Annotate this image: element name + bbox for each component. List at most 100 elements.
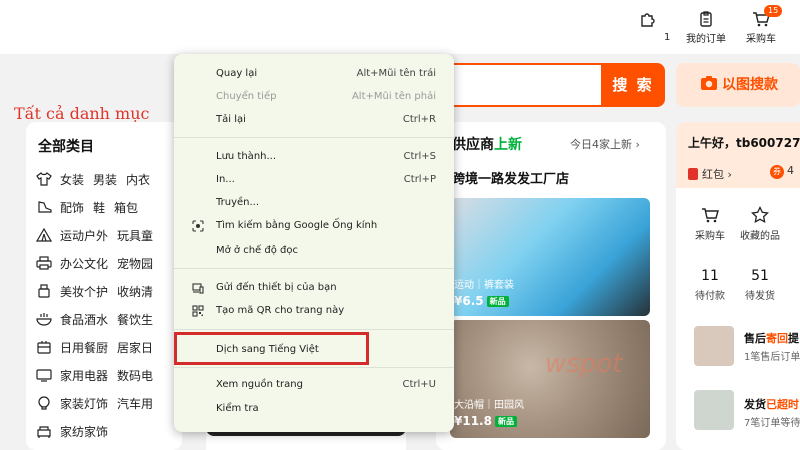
menu-item-label: Tạo mã QR cho trang này <box>216 305 345 316</box>
menu-item-cast[interactable]: Truyền... <box>174 192 454 214</box>
quick-cart-link[interactable]: 采购车 <box>690 206 730 242</box>
star-icon <box>751 206 769 224</box>
menu-item-label: Chuyển tiếp <box>216 91 277 102</box>
supplier-title-highlight: 上新 <box>494 137 522 153</box>
category-link[interactable]: 女装 <box>60 173 84 187</box>
lens-icon <box>192 220 204 232</box>
supplier-title-prefix: 供应商 <box>452 137 494 153</box>
product-card[interactable]: 运动｜裤套装 ¥6.5 新品 <box>450 198 650 316</box>
top-bar: 1 我的订单 15 采购车 <box>0 0 800 54</box>
category-row: 家纺家饰 <box>36 423 117 443</box>
category-panel: 全部类目 女装 男装 内衣 配饰鞋箱包 运动户外 玩具童 办公文化 宠物园 美妆个护 收纳… <box>26 122 182 450</box>
category-link[interactable]: 玩具童 <box>117 229 153 243</box>
menu-item-forward[interactable]: Chuyển tiếp Alt+Mũi tên phải <box>174 86 454 108</box>
menu-separator <box>174 268 454 269</box>
menu-item-reading-mode[interactable]: Mở ở chế độ đọc <box>174 240 454 262</box>
category-link[interactable]: 食品酒水 <box>60 313 108 327</box>
product-price: ¥6.5 <box>454 294 484 308</box>
coupon-link[interactable]: 券4 <box>770 164 794 179</box>
favorites-link[interactable]: 收藏的品 <box>740 206 780 242</box>
hongbao-link[interactable]: 红包 › <box>688 166 732 182</box>
image-search-label: 以图搜款 <box>722 77 778 93</box>
category-link[interactable]: 数码电 <box>117 369 153 383</box>
notice-subtitle: 1笔售后订单 <box>744 352 800 363</box>
menu-item-shortcut: Ctrl+P <box>403 174 436 185</box>
category-row: 美妆个护 收纳清 <box>36 283 162 303</box>
category-link[interactable]: 家用电器 <box>60 369 108 383</box>
watermark: wspot <box>545 349 623 379</box>
notice-title-highlight: 已超时 <box>766 398 799 411</box>
category-link[interactable]: 日用餐厨 <box>60 341 108 355</box>
cart-link[interactable]: 15 采购车 <box>746 5 783 45</box>
pending-shipment-stat[interactable]: 51 待发货 <box>740 268 780 302</box>
overlay-annotation: Tất cả danh mục <box>14 104 150 123</box>
supplier-shop-name[interactable]: 跨境一路发发工厂店 <box>452 168 569 187</box>
menu-item-label: Xem nguồn trang <box>216 379 303 390</box>
notice-thumbnail <box>694 326 734 366</box>
menu-item-google-lens[interactable]: Tìm kiếm bằng Google Ống kính <box>174 215 454 237</box>
menu-item-reload[interactable]: Tải lại Ctrl+R <box>174 109 454 131</box>
category-row: 运动户外 玩具童 <box>36 227 162 247</box>
menu-item-print[interactable]: In... Ctrl+P <box>174 169 454 191</box>
category-link[interactable]: 箱包 <box>114 201 138 215</box>
notice-thumbnail <box>694 390 734 430</box>
supplier-panel: 供应商上新 今日4家上新 › 跨境一路发发工厂店 运动｜裤套装 ¥6.5 新品 大… <box>436 122 666 450</box>
category-link[interactable]: 办公文化 <box>60 257 108 271</box>
devices-icon <box>192 283 204 294</box>
category-row: 日用餐厨 居家日 <box>36 339 162 359</box>
menu-item-save-as[interactable]: Lưu thành... Ctrl+S <box>174 146 454 168</box>
category-row: 女装 男装 内衣 <box>36 171 159 191</box>
search-button[interactable]: 搜 索 <box>601 63 665 107</box>
cart-label: 采购车 <box>746 34 776 45</box>
notice-title[interactable]: 售后寄回提 <box>744 330 799 346</box>
search-input[interactable] <box>440 63 602 107</box>
tent-icon <box>36 228 52 242</box>
notice-subtitle: 7笔订单等待 <box>744 418 800 429</box>
image-search-button[interactable]: 以图搜款 <box>676 63 800 107</box>
menu-item-inspect[interactable]: Kiểm tra <box>174 398 454 420</box>
menu-item-shortcut: Alt+Mũi tên trái <box>356 68 436 79</box>
category-link[interactable]: 配饰 <box>60 201 84 215</box>
category-link[interactable]: 宠物园 <box>117 257 153 271</box>
menu-item-send-to-device[interactable]: Gửi đến thiết bị của bạn <box>174 277 454 299</box>
menu-item-label: Lưu thành... <box>216 151 277 162</box>
camera-icon <box>701 76 717 90</box>
stat-label: 待发货 <box>745 291 775 302</box>
category-row: 食品酒水 餐饮生 <box>36 311 162 331</box>
product-card[interactable]: 大沿帽｜田园风 ¥11.8 新品 <box>450 320 650 438</box>
category-link[interactable]: 美妆个护 <box>60 285 108 299</box>
messages-button[interactable] <box>638 10 656 30</box>
category-link[interactable]: 汽车用 <box>117 397 153 411</box>
my-orders-link[interactable]: 我的订单 <box>686 10 726 45</box>
category-link[interactable]: 内衣 <box>126 173 150 187</box>
supplier-today-link[interactable]: 今日4家上新 › <box>570 136 640 152</box>
category-link[interactable]: 居家日 <box>117 341 153 355</box>
notice-title-prefix: 售后 <box>744 332 766 345</box>
menu-item-qr-code[interactable]: Tạo mã QR cho trang này <box>174 300 454 322</box>
menu-item-label: Tìm kiếm bằng Google Ống kính <box>216 220 378 231</box>
menu-item-view-source[interactable]: Xem nguồn trang Ctrl+U <box>174 374 454 396</box>
category-link[interactable]: 家纺家饰 <box>60 425 108 439</box>
category-link[interactable]: 家装灯饰 <box>60 397 108 411</box>
menu-item-label: Tải lại <box>216 114 246 125</box>
food-icon <box>36 313 52 326</box>
menu-item-label: Gửi đến thiết bị của bạn <box>216 282 337 293</box>
category-title: 全部类目 <box>38 139 94 155</box>
pending-payment-stat[interactable]: 11 待付款 <box>690 268 730 302</box>
category-link[interactable]: 鞋 <box>93 201 105 215</box>
product-price: ¥11.8 <box>454 414 492 428</box>
highlight-annotation-box <box>174 332 369 365</box>
hongbao-icon <box>688 168 698 180</box>
category-link[interactable]: 运动户外 <box>60 229 108 243</box>
notice-title[interactable]: 发货已超时 <box>744 396 799 412</box>
coupon-icon: 券 <box>770 165 784 179</box>
category-link[interactable]: 收纳清 <box>117 285 153 299</box>
sofa-icon <box>37 426 51 438</box>
category-row: 家用电器 数码电 <box>36 367 162 387</box>
menu-item-back[interactable]: Quay lại Alt+Mũi tên trái <box>174 63 454 85</box>
product-caption: 运动｜裤套装 <box>454 280 514 291</box>
menu-item-shortcut: Ctrl+S <box>403 151 436 162</box>
category-link[interactable]: 男装 <box>93 173 117 187</box>
category-link[interactable]: 餐饮生 <box>117 313 153 327</box>
menu-item-shortcut: Alt+Mũi tên phải <box>351 91 436 102</box>
